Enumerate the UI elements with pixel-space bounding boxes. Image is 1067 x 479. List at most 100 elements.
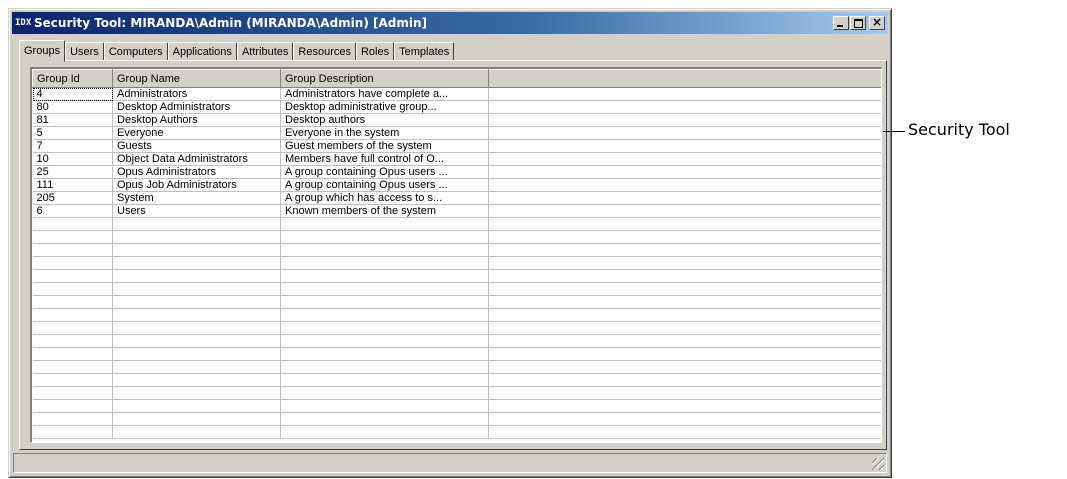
table-cell (488, 256, 881, 270)
title-buttons: × (832, 15, 885, 30)
title-bar[interactable]: IDX Security Tool: MIRANDA\Admin (MIRAND… (12, 12, 888, 34)
table-cell (488, 217, 881, 231)
table-cell (112, 425, 281, 439)
table-row[interactable]: 10 Object Data Administrators Members have… (32, 152, 881, 166)
table-cell (32, 269, 113, 283)
table-cell: Opus Job Administrators (112, 178, 281, 192)
column-header[interactable] (488, 69, 881, 88)
maximize-button[interactable] (850, 16, 866, 30)
table-cell (488, 204, 881, 218)
table-cell (280, 373, 489, 387)
table-cell (280, 282, 489, 296)
tab-users[interactable]: Users (65, 42, 104, 61)
column-header[interactable]: Group Description (280, 69, 489, 88)
tab-resources[interactable]: Resources (293, 42, 356, 61)
table-cell (32, 399, 113, 413)
empty-row (32, 230, 881, 244)
table-cell (32, 360, 113, 374)
column-header[interactable]: Group Name (112, 69, 281, 88)
table-cell (488, 321, 881, 335)
resize-grip-icon[interactable] (872, 458, 884, 470)
table-cell (32, 295, 113, 309)
table-cell: 10 (32, 152, 113, 166)
table-cell (488, 165, 881, 179)
table-cell: A group which has access to s... (280, 191, 489, 205)
groups-list-view[interactable]: Group Id Group Name Group Description 4 Adm… (30, 67, 882, 443)
table-row[interactable]: 6 Users Known members of the system (32, 204, 881, 218)
table-row[interactable]: 81 Desktop Authors Desktop authors (32, 113, 881, 127)
table-cell: Members have full control of O... (280, 152, 489, 166)
table-cell (112, 256, 281, 270)
table-cell: 111 (32, 178, 113, 192)
window-title: Security Tool: MIRANDA\Admin (MIRANDA\Ad… (34, 16, 427, 30)
minimize-icon (837, 25, 843, 27)
tab-templates[interactable]: Templates (394, 42, 455, 61)
tab-applications[interactable]: Applications (167, 42, 237, 61)
table-cell: Desktop administrative group... (280, 100, 489, 114)
table-cell: A group containing Opus users ... (280, 165, 489, 179)
table-row[interactable]: 111 Opus Job Administrators A group contai… (32, 178, 881, 192)
table-cell (280, 347, 489, 361)
table-cell: Opus Administrators (112, 165, 281, 179)
tab-computers[interactable]: Computers (103, 42, 168, 61)
tab-roles[interactable]: Roles (355, 42, 395, 61)
table-cell (488, 399, 881, 413)
table-cell (32, 334, 113, 348)
table-cell: 80 (32, 100, 113, 114)
minimize-button[interactable] (833, 16, 849, 30)
table-cell (488, 152, 881, 166)
groups-tab-panel: Group Id Group Name Group Description 4 Adm… (19, 60, 887, 450)
column-header[interactable]: Group Id (32, 69, 113, 88)
table-cell: 25 (32, 165, 113, 179)
table-cell (32, 217, 113, 231)
table-cell (280, 386, 489, 400)
close-button[interactable]: × (869, 15, 885, 30)
table-cell (280, 256, 489, 270)
table-row[interactable]: 80 Desktop Administrators Desktop administ… (32, 100, 881, 114)
table-cell (488, 178, 881, 192)
table-cell (112, 217, 281, 231)
table-cell (488, 87, 881, 101)
security-tool-window: IDX Security Tool: MIRANDA\Admin (MIRAND… (8, 8, 892, 478)
table-cell (280, 217, 489, 231)
table-cell (32, 230, 113, 244)
empty-row (32, 373, 881, 387)
table-row[interactable]: 4 Administrators Administrators have compl… (32, 87, 881, 101)
table-cell (488, 269, 881, 283)
empty-row (32, 217, 881, 231)
table-cell (280, 230, 489, 244)
table-cell (32, 412, 113, 426)
tab-strip: Groups Users Computers Applications Attribut… (19, 39, 455, 62)
table-row[interactable]: 25 Opus Administrators A group containing … (32, 165, 881, 179)
table-cell: Administrators (112, 87, 281, 101)
table-cell (112, 243, 281, 257)
empty-row (32, 386, 881, 400)
table-cell (488, 191, 881, 205)
table-cell (488, 308, 881, 322)
table-cell (488, 243, 881, 257)
callout-line (883, 131, 905, 132)
tab-attributes[interactable]: Attributes (236, 42, 294, 61)
table-cell: A group containing Opus users ... (280, 178, 489, 192)
table-row[interactable]: 7 Guests Guest members of the system (32, 139, 881, 153)
table-cell: 6 (32, 204, 113, 218)
table-cell (32, 321, 113, 335)
empty-row (32, 282, 881, 296)
empty-row (32, 412, 881, 426)
table-cell (488, 425, 881, 439)
status-bar (13, 453, 887, 473)
table-cell: Users (112, 204, 281, 218)
table-cell (488, 230, 881, 244)
table-cell (488, 295, 881, 309)
table-row[interactable]: 205 System A group which has access to s..… (32, 191, 881, 205)
table-cell (280, 308, 489, 322)
table-cell: 4 (32, 87, 113, 101)
empty-row (32, 399, 881, 413)
table-cell (112, 308, 281, 322)
table-cell (112, 399, 281, 413)
callout-label: Security Tool (908, 120, 1010, 139)
tab-groups[interactable]: Groups (19, 40, 66, 62)
table-cell: Everyone in the system (280, 126, 489, 140)
table-cell: Object Data Administrators (112, 152, 281, 166)
table-row[interactable]: 5 Everyone Everyone in the system (32, 126, 881, 140)
